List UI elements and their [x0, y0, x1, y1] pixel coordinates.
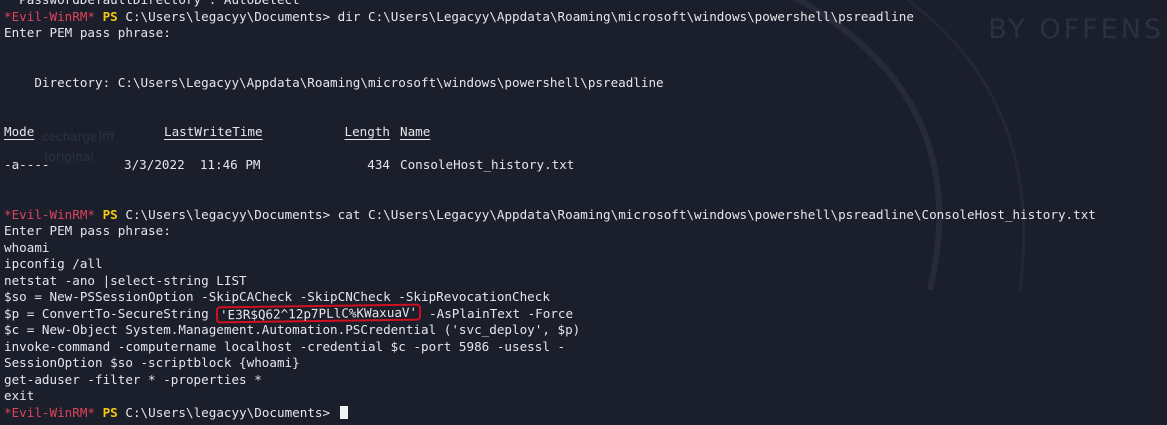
history-suffix: -AsPlainText -Force: [421, 305, 574, 321]
header-mode: Mode: [4, 124, 35, 139]
row-length: 434: [367, 157, 390, 172]
history-line: invoke-command -computername localhost -…: [4, 338, 566, 354]
prompt-ps: PS: [102, 8, 118, 24]
history-line: SessionOption $so -scriptblock {whoami}: [4, 355, 300, 370]
history-line: ipconfig /all: [4, 256, 103, 271]
prompt-host: *Evil-WinRM*: [4, 404, 95, 420]
history-line: exit: [4, 388, 35, 403]
header-lastwritetime: LastWriteTime: [164, 124, 263, 139]
command-text: dir C:\Users\Legacyy\Appdata\Roaming\mic…: [337, 8, 914, 24]
listing-header: Mode LastWriteTime Length Name: [4, 124, 1167, 141]
current-prompt-line[interactable]: *Evil-WinRM* PS C:\Users\legacyy\Documen…: [4, 405, 1167, 422]
prompt-cwd: C:\Users\legacyy\Documents>: [125, 404, 331, 420]
listing-row: -a---- 3/3/2022 11:46 PM 434 ConsoleHost_hi…: [4, 157, 1167, 174]
history-line: $so = New-PSSessionOption -SkipCACheck -…: [4, 289, 550, 304]
prompt-host: *Evil-WinRM*: [4, 206, 95, 222]
command-line: *Evil-WinRM* PS C:\Users\legacyy\Documen…: [4, 9, 1167, 26]
header-name: Name: [400, 124, 431, 139]
row-name: ConsoleHost_history.txt: [400, 157, 575, 172]
directory-label: Directory: C:\Users\Legacyy\Appdata\Roam…: [4, 74, 664, 90]
history-line: get-aduser -filter * -properties *: [4, 371, 262, 387]
header-length: Length: [344, 124, 391, 139]
pem-prompt: Enter PEM pass phrase:: [4, 223, 171, 238]
command-line: *Evil-WinRM* PS C:\Users\legacyy\Documen…: [4, 207, 1167, 224]
text-cursor[interactable]: [339, 405, 348, 419]
terminal-output[interactable]: PasswordDefaultDirectory : AutoDetect *E…: [4, 0, 1167, 421]
history-line: $c = New-Object System.Management.Automa…: [4, 322, 581, 337]
prompt-cwd: C:\Users\legacyy\Documents>: [125, 8, 331, 24]
prompt-host: *Evil-WinRM*: [4, 8, 95, 24]
prompt-cwd: C:\Users\legacyy\Documents>: [125, 206, 331, 222]
pem-prompt: Enter PEM pass phrase:: [4, 25, 171, 40]
history-line: netstat -ano |select-string LIST: [4, 272, 247, 288]
history-line: whoami: [4, 239, 50, 255]
terminal-line-cut: PasswordDefaultDirectory : AutoDetect: [4, 0, 1167, 9]
highlighted-password: 'E3R$Q62^12p7PLlC%KWaxuaV': [216, 303, 422, 323]
row-time: 3/3/2022 11:46 PM: [124, 157, 261, 172]
command-text: cat C:\Users\Legacyy\Appdata\Roaming\mic…: [337, 206, 1096, 222]
prompt-ps: PS: [102, 206, 118, 222]
row-mode: -a----: [4, 157, 50, 172]
history-prefix: $p = ConvertTo-SecureString: [4, 305, 217, 321]
history-line: $p = ConvertTo-SecureString 'E3R$Q62^12p…: [4, 303, 1167, 323]
prompt-ps: PS: [102, 404, 118, 420]
